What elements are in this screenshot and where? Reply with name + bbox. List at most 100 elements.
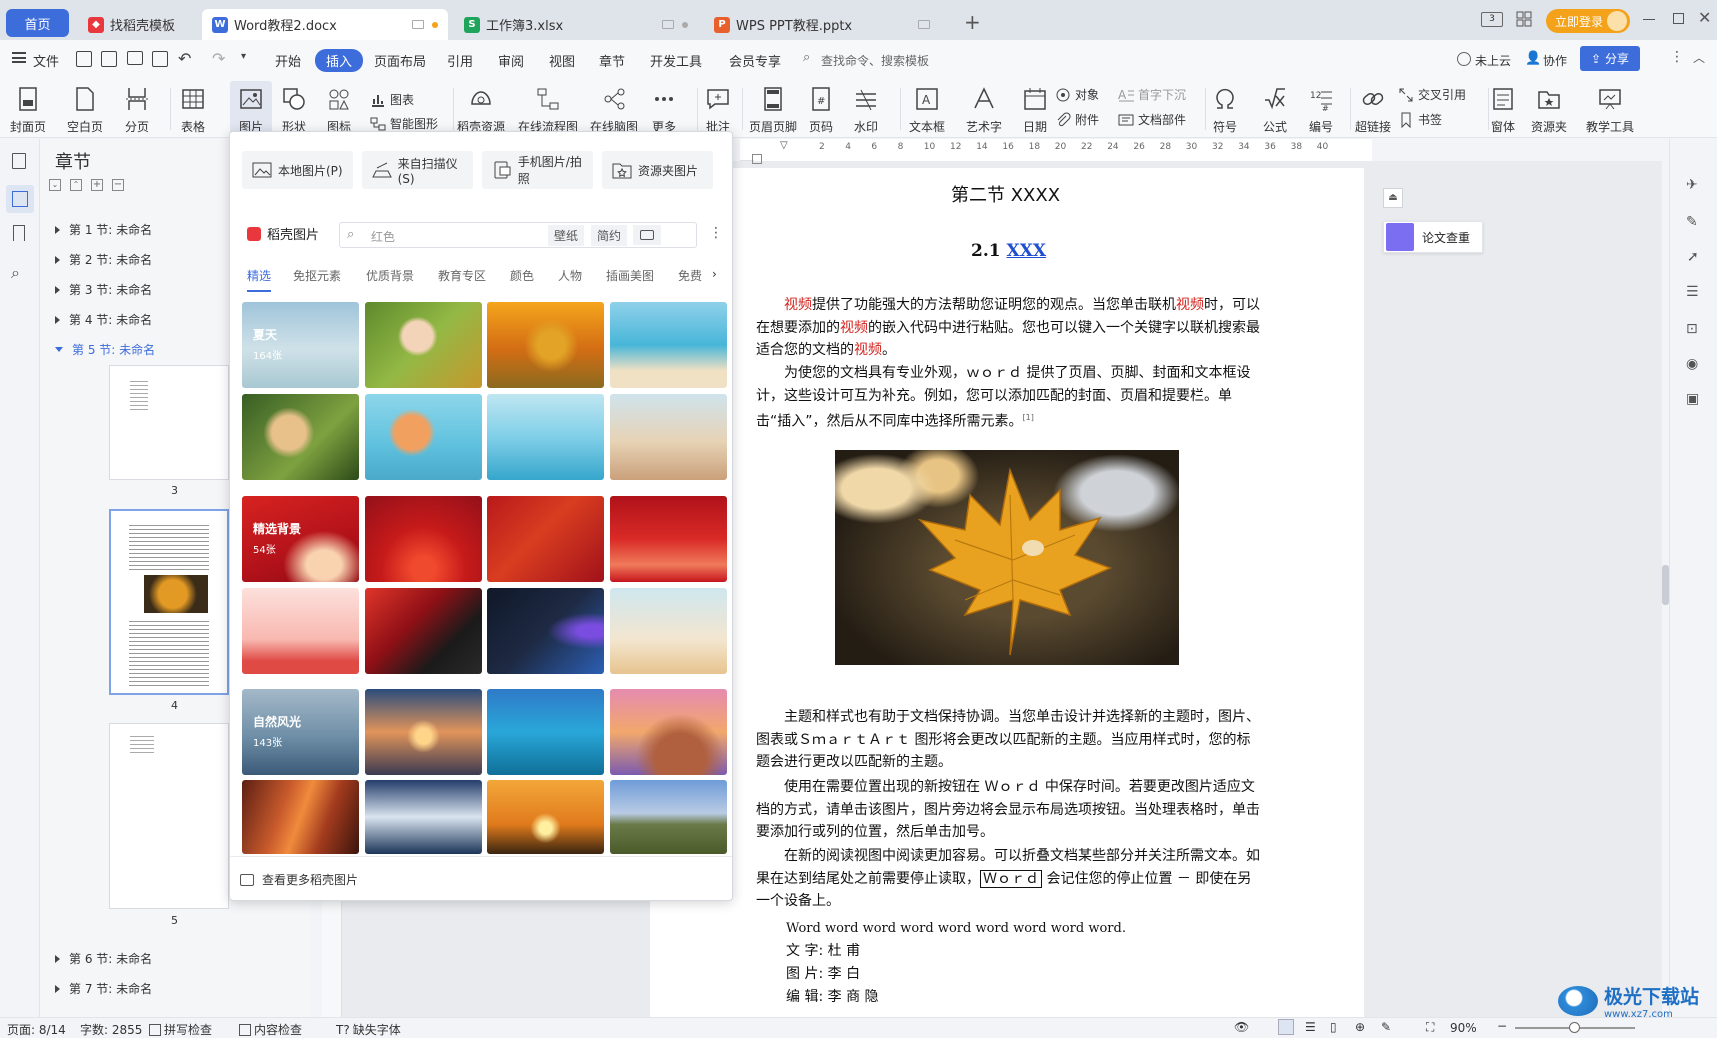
category-color[interactable]: 颜色 xyxy=(510,267,534,284)
category-featured[interactable]: 精选 xyxy=(247,267,272,292)
command-search-input[interactable]: 查找命令、搜索模板 xyxy=(821,52,929,69)
chevron-right-icon[interactable]: › xyxy=(712,267,717,281)
add-section-icon[interactable]: + xyxy=(91,179,103,191)
category-free[interactable]: 免费 xyxy=(678,267,710,284)
3d-view-icon[interactable]: 3 xyxy=(1481,12,1503,27)
picture-thumb[interactable] xyxy=(242,780,359,854)
translate-icon[interactable]: ⊡ xyxy=(1686,321,1698,337)
zoom-slider-thumb[interactable] xyxy=(1569,1022,1580,1033)
docer-resource-button[interactable]: 稻壳资源 xyxy=(457,86,505,135)
page-view-icon[interactable] xyxy=(1278,1019,1294,1035)
bookmark-button[interactable]: 书签 xyxy=(1398,111,1442,128)
zoom-slider[interactable] xyxy=(1515,1022,1635,1033)
indent-marker-icon[interactable] xyxy=(752,154,762,164)
picture-button[interactable]: 图片 xyxy=(230,81,272,137)
cloud-status[interactable]: 未上云 xyxy=(1475,52,1511,69)
read-view-icon[interactable]: ▯ xyxy=(1330,1020,1337,1034)
chart-button[interactable]: 图表 xyxy=(370,91,414,108)
pen-icon[interactable]: ✎ xyxy=(1686,214,1698,230)
more-vertical-icon[interactable]: ⋮ xyxy=(1670,49,1684,65)
page-number-button[interactable]: # 页码 xyxy=(808,86,834,135)
page-thumbnail-5[interactable] xyxy=(109,723,229,909)
pages-icon[interactable] xyxy=(12,153,26,169)
subheading-link[interactable]: XXX xyxy=(1007,241,1047,261)
category-education[interactable]: 教育专区 xyxy=(438,267,486,284)
zoom-level[interactable]: 90% xyxy=(1450,1021,1477,1035)
picture-thumb[interactable] xyxy=(487,689,604,775)
picture-thumb[interactable] xyxy=(487,302,604,388)
tab-excel[interactable]: S 工作簿3.xlsx xyxy=(454,9,698,40)
sliders-icon[interactable]: ☰ xyxy=(1686,284,1699,300)
redo-icon[interactable]: ↷ xyxy=(212,49,225,68)
picture-search-input[interactable]: ⌕ 红色 壁纸 简约 xyxy=(339,222,697,248)
document-image-maple-leaf[interactable] xyxy=(835,450,1179,665)
flowchart-button[interactable]: 在线流程图 xyxy=(518,86,578,135)
share-button[interactable]: ⇪ 分享 xyxy=(1580,46,1640,71)
picture-thumb[interactable] xyxy=(610,394,727,480)
fit-page-icon[interactable]: ⛶ xyxy=(1426,1020,1434,1035)
maximize-icon[interactable] xyxy=(1673,13,1684,24)
search-tag-simple[interactable]: 简约 xyxy=(591,225,628,246)
picture-thumb[interactable] xyxy=(365,588,482,674)
save-icon[interactable] xyxy=(76,51,92,67)
scrollbar-thumb[interactable] xyxy=(1662,565,1669,605)
header-footer-button[interactable]: 页眉页脚 xyxy=(749,86,797,135)
word-count[interactable]: 字数: 2855 xyxy=(80,1021,142,1038)
number-button[interactable]: 12 # 编号 xyxy=(1308,86,1334,135)
menu-chapter[interactable]: 章节 xyxy=(599,51,625,70)
menu-developer[interactable]: 开发工具 xyxy=(650,51,702,70)
resource-picture-button[interactable]: 资源夹图片 xyxy=(602,151,713,189)
picture-thumb[interactable] xyxy=(610,496,727,582)
shape-button[interactable]: 形状 xyxy=(281,86,307,135)
category-illustration[interactable]: 插画美图 xyxy=(606,267,654,284)
hyperlink-button[interactable]: 超链接 xyxy=(1355,86,1391,135)
smartart-button[interactable]: 智能图形 xyxy=(370,115,438,132)
section-item[interactable]: 第 4 节: 未命名 xyxy=(55,311,152,328)
picture-thumb[interactable] xyxy=(365,689,482,775)
category-cutout[interactable]: 免抠元素 xyxy=(293,267,341,284)
expand-all-icon[interactable]: ⌃ xyxy=(70,179,82,191)
formula-button[interactable]: 公式 xyxy=(1262,86,1288,135)
category-people[interactable]: 人物 xyxy=(558,267,582,284)
picture-group-background[interactable]: 精选背景 54张 xyxy=(242,496,359,582)
picture-thumb[interactable] xyxy=(365,780,482,854)
picture-thumb[interactable] xyxy=(610,302,727,388)
undo-icon[interactable]: ↶ xyxy=(178,49,191,68)
minimize-icon[interactable] xyxy=(1643,19,1655,20)
search-nav-icon[interactable]: ⌕ xyxy=(11,263,20,283)
first-line-indent-icon[interactable]: ▽ xyxy=(780,140,788,151)
chapter-nav-button[interactable] xyxy=(6,185,34,213)
attachment-button[interactable]: 附件 xyxy=(1055,111,1099,128)
tab-home[interactable]: 首页 xyxy=(6,9,69,37)
menu-file[interactable]: 文件 xyxy=(33,51,59,70)
picture-thumb[interactable] xyxy=(610,689,727,775)
tab-ppt[interactable]: P WPS PPT教程.pptx xyxy=(704,9,948,40)
menu-layout[interactable]: 页面布局 xyxy=(374,51,426,70)
menu-view[interactable]: 视图 xyxy=(549,51,575,70)
view-more-pictures-link[interactable]: 查看更多稻壳图片 xyxy=(240,871,358,888)
missing-font-button[interactable]: T? 缺失字体 xyxy=(336,1021,401,1038)
search-tag-wallpaper[interactable]: 壁纸 xyxy=(548,225,585,246)
export-icon[interactable] xyxy=(101,51,117,67)
picture-thumb[interactable] xyxy=(610,780,727,854)
blank-page-button[interactable]: 空白页 xyxy=(67,86,103,135)
section-item[interactable]: 第 3 节: 未命名 xyxy=(55,281,152,298)
date-button[interactable]: 日期 xyxy=(1022,86,1048,135)
collapse-ribbon-icon[interactable]: ︿ xyxy=(1693,49,1705,66)
write-view-icon[interactable]: ✎ xyxy=(1381,1020,1391,1034)
picture-thumb[interactable] xyxy=(242,588,359,674)
pointer-icon[interactable]: ➚ xyxy=(1687,249,1699,265)
menu-start[interactable]: 开始 xyxy=(275,51,301,70)
category-background[interactable]: 优质背景 xyxy=(366,267,414,284)
footnote-ref[interactable]: [1] xyxy=(1023,413,1034,422)
cover-page-button[interactable]: 封面页 xyxy=(10,86,46,135)
table-button[interactable]: 表格 xyxy=(180,86,206,135)
picture-group-summer[interactable]: 夏天 164张 xyxy=(242,302,359,388)
mindmap-button[interactable]: 在线脑图 xyxy=(590,86,638,135)
more-vertical-icon[interactable]: ⋮ xyxy=(709,225,723,241)
thesis-check-button[interactable]: 论文查重 xyxy=(1383,221,1483,253)
object-button[interactable]: 对象 xyxy=(1055,86,1099,103)
menu-insert[interactable]: 插入 xyxy=(315,49,364,72)
phone-picture-button[interactable]: 手机图片/拍照 xyxy=(482,151,593,189)
menu-vip[interactable]: 会员专享 xyxy=(729,51,781,70)
